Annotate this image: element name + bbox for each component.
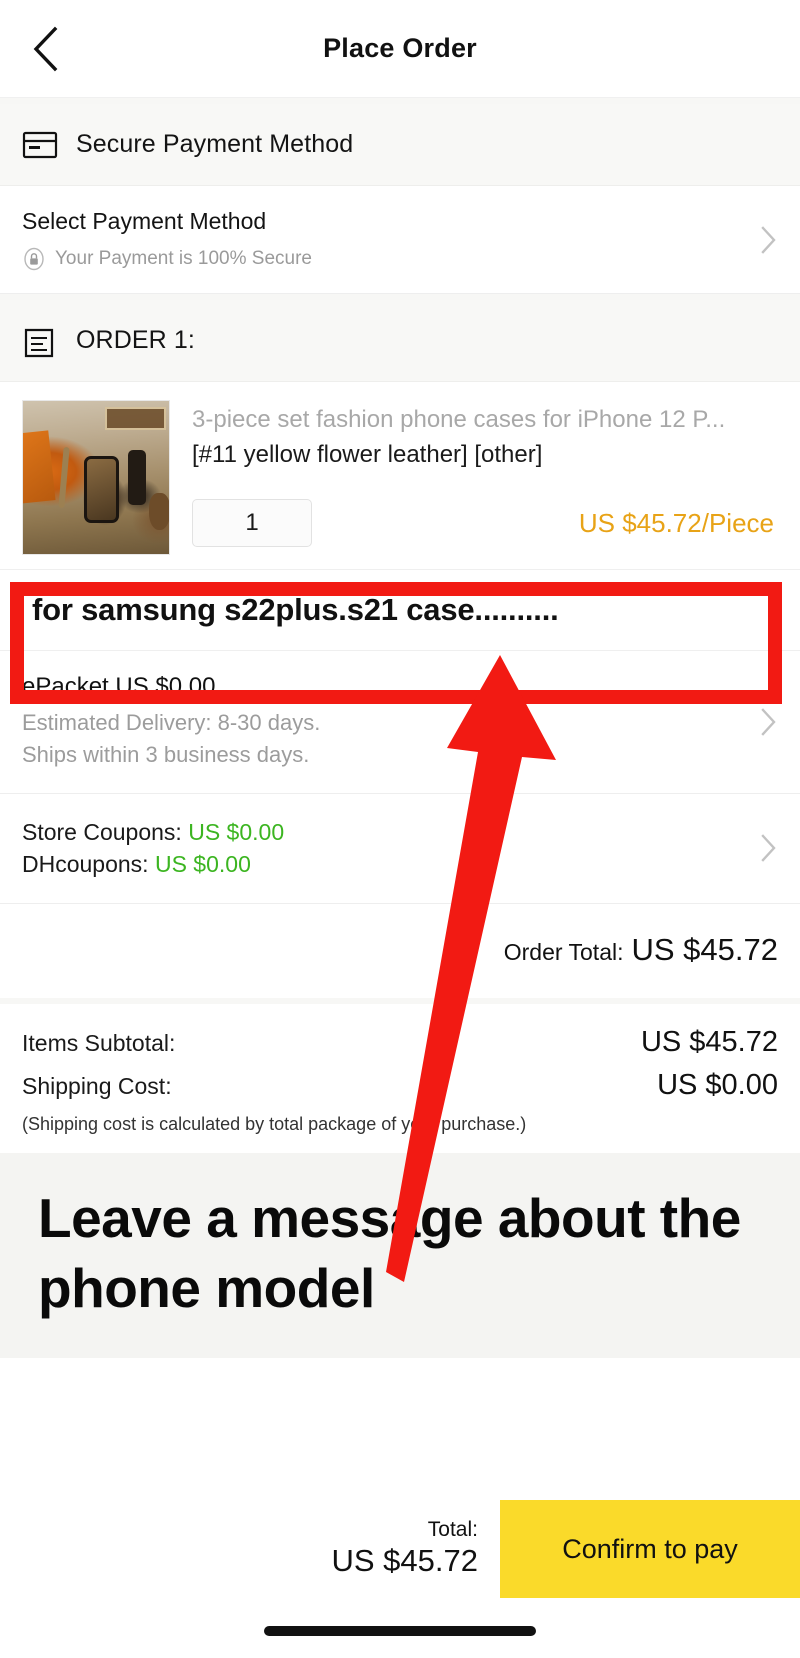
order-total-value: US $45.72 <box>631 932 779 968</box>
thumb-pouch <box>148 492 169 530</box>
shipping-handling: Ships within 3 business days. <box>22 741 310 767</box>
chevron-right-icon <box>760 707 778 737</box>
chevron-right-icon <box>760 225 778 255</box>
page-header: Place Order <box>0 0 800 98</box>
page-title: Place Order <box>323 33 477 63</box>
thumb-pen <box>58 446 70 509</box>
items-subtotal-line: Items Subtotal: US $45.72 <box>22 1026 778 1059</box>
order-total-row: Order Total: US $45.72 <box>0 904 800 999</box>
back-button[interactable] <box>24 25 68 73</box>
items-subtotal-value: US $45.72 <box>640 1026 778 1059</box>
items-subtotal-label: Items Subtotal: <box>22 1030 176 1057</box>
secure-payment-header: Secure Payment Method <box>0 104 800 186</box>
bottom-action-bar: Total: US $45.72 Confirm to pay <box>0 1500 800 1658</box>
bottom-total-block: Total: US $45.72 <box>0 1500 500 1598</box>
select-payment-method-row[interactable]: Select Payment Method Your Payment is 10… <box>0 186 800 294</box>
product-bottom-row: 1 US $45.72/Piece <box>192 499 778 548</box>
bottom-total-label: Total: <box>427 1518 478 1542</box>
secure-payment-title: Secure Payment Method <box>76 130 354 158</box>
instruction-caption-text: Leave a message about the phone model <box>38 1187 741 1320</box>
thumb-phone <box>84 456 120 524</box>
order-header-title: ORDER 1: <box>76 326 195 354</box>
product-thumbnail[interactable] <box>22 400 170 555</box>
store-coupons-label: Store Coupons: <box>22 818 182 845</box>
place-order-screen: Place Order Secure Payment Method Select… <box>0 0 800 1658</box>
dh-coupons-value: US $0.00 <box>154 851 251 878</box>
shipping-cost-value: US $0.00 <box>657 1069 778 1102</box>
select-payment-method-label: Select Payment Method <box>22 208 267 234</box>
bottom-total-value: US $45.72 <box>331 1543 479 1579</box>
lock-circle-icon <box>22 247 46 271</box>
store-coupons-value: US $0.00 <box>188 818 285 845</box>
dh-coupons-line: DHcoupons: US $0.00 <box>22 848 742 881</box>
order-total-label: Order Total: <box>503 939 624 966</box>
instruction-caption: Leave a message about the phone model <box>0 1153 800 1358</box>
credit-card-icon <box>22 130 58 160</box>
coupons-row[interactable]: Store Coupons: US $0.00 DHcoupons: US $0… <box>0 793 800 905</box>
payment-secure-note: Your Payment is 100% Secure <box>22 247 742 271</box>
dh-coupons-label: DHcoupons: <box>22 851 149 878</box>
shipping-row[interactable]: ePacket US $0.00 Estimated Delivery: 8-3… <box>0 651 800 794</box>
thumb-watch <box>128 449 146 506</box>
shipping-cost-label: Shipping Cost: <box>22 1073 172 1100</box>
shipping-cost-line: Shipping Cost: US $0.00 <box>22 1069 778 1102</box>
chevron-left-icon <box>31 26 61 72</box>
order-list-icon <box>22 326 58 357</box>
store-coupons-line: Store Coupons: US $0.00 <box>22 816 742 849</box>
confirm-to-pay-button[interactable]: Confirm to pay <box>500 1500 800 1598</box>
product-name: 3-piece set fashion phone cases for iPho… <box>192 406 726 433</box>
bottom-bar-inner: Total: US $45.72 Confirm to pay <box>0 1500 800 1598</box>
summary-section: Items Subtotal: US $45.72 Shipping Cost:… <box>0 1004 800 1154</box>
buyer-message-value[interactable]: for samsung s22plus.s21 case.......... <box>32 592 559 628</box>
home-indicator <box>264 1626 536 1636</box>
payment-secure-note-text: Your Payment is 100% Secure <box>55 248 313 269</box>
shipping-method: ePacket US $0.00 <box>22 673 216 700</box>
chevron-right-icon <box>760 833 778 863</box>
product-row[interactable]: 3-piece set fashion phone cases for iPho… <box>0 382 800 569</box>
order-header: ORDER 1: <box>0 300 800 382</box>
shipping-cost-note: (Shipping cost is calculated by total pa… <box>22 1114 527 1135</box>
product-price: US $45.72/Piece <box>578 507 774 538</box>
thumb-book <box>23 429 56 504</box>
thumb-sign <box>104 407 167 431</box>
product-info: 3-piece set fashion phone cases for iPho… <box>192 400 778 555</box>
quantity-field[interactable]: 1 <box>192 499 312 548</box>
product-attributes: [#11 yellow flower leather] [other] <box>192 441 543 469</box>
buyer-message-row[interactable]: for samsung s22plus.s21 case.......... <box>0 569 800 651</box>
shipping-estimated: Estimated Delivery: 8-30 days. <box>22 710 321 735</box>
